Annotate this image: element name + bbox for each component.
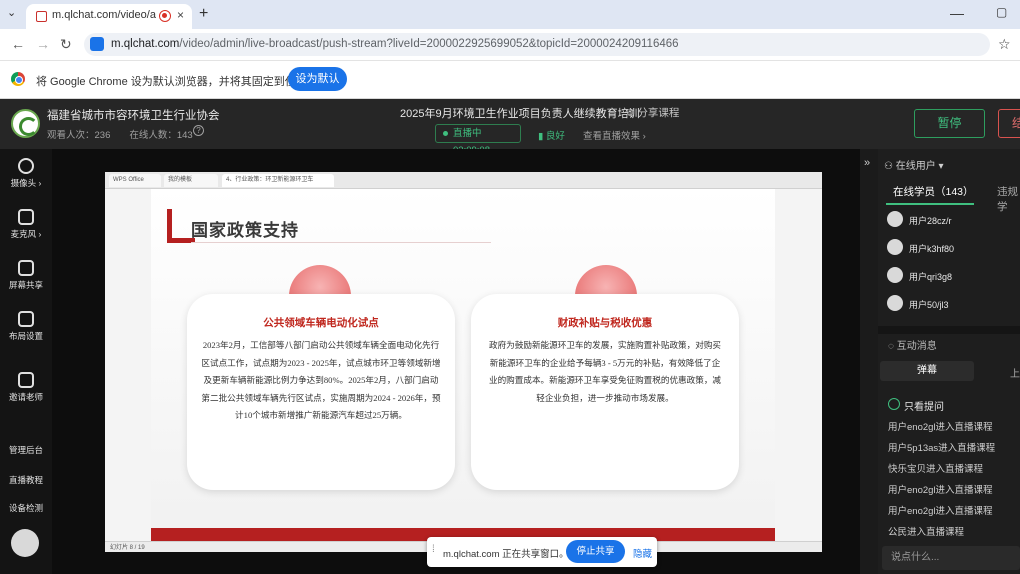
sidebar-link-admin[interactable]: 管理后台 bbox=[0, 444, 52, 456]
sidebar-item-invite-teacher[interactable]: 邀请老师 bbox=[0, 372, 52, 403]
browser-tab[interactable]: m.qlchat.com/video/adm × bbox=[26, 4, 192, 29]
list-item: 用户eno2gl进入直播课程 bbox=[888, 506, 993, 517]
live-status-badge: 直播中 03:09:08 bbox=[435, 124, 521, 156]
users-icon: ⚇ bbox=[884, 161, 896, 172]
avatar bbox=[887, 239, 903, 255]
tab-search-icon[interactable]: ⌄ bbox=[7, 6, 16, 19]
reload-icon[interactable]: ↻ bbox=[60, 36, 72, 53]
list-item: 用户eno2gl进入直播课程 bbox=[888, 485, 993, 496]
list-item: 公民进入直播课程 bbox=[888, 527, 965, 538]
forward-icon[interactable]: → bbox=[36, 36, 50, 52]
wps-tab: WPS Office bbox=[109, 174, 161, 187]
microphone-icon bbox=[18, 209, 34, 225]
bookmark-star-icon[interactable]: ☆ bbox=[998, 36, 1011, 53]
only-questions-toggle[interactable]: 只看提问 bbox=[888, 398, 944, 413]
sidebar-link-tutorial[interactable]: 直播教程 bbox=[0, 474, 52, 486]
wps-tab-active: 4、行业政策：环卫新能源环卫车 bbox=[222, 174, 334, 187]
avatar bbox=[887, 295, 903, 311]
signal-bars-icon: ▮ bbox=[538, 131, 546, 142]
panel-divider bbox=[878, 326, 1020, 334]
org-logo bbox=[11, 109, 40, 138]
sidebar-link-device-check[interactable]: 设备检测 bbox=[0, 502, 52, 514]
card-body: 政府为鼓励新能源环卫车的发展，实施购置补贴政策，对购买新能源环卫车的企业给予每辆… bbox=[488, 340, 722, 403]
policy-card-1: 公共领域车辆电动化试点 2023年2月，工信部等八部门启动公共领域车辆全面电动化… bbox=[187, 294, 455, 490]
sidebar-item-camera[interactable]: 摄像头 › bbox=[0, 158, 52, 189]
chrome-logo-icon bbox=[11, 72, 25, 86]
tab-title: m.qlchat.com/video/adm bbox=[52, 9, 156, 21]
title-underline bbox=[191, 242, 491, 243]
sidebar-item-layout[interactable]: 布局设置 bbox=[0, 311, 52, 342]
list-item[interactable]: 用户k3hf80 bbox=[886, 236, 1020, 260]
signal-quality: ▮ 良好 bbox=[538, 131, 565, 142]
share-course-link[interactable]: ⧉ 分享课程 bbox=[627, 105, 679, 120]
close-tab-icon[interactable]: × bbox=[177, 8, 184, 22]
share-icon: ⧉ bbox=[627, 107, 638, 119]
list-item: 快乐宝贝进入直播课程 bbox=[888, 464, 984, 475]
hide-share-bar-link[interactable]: 隐藏 bbox=[633, 546, 652, 560]
maximize-icon[interactable]: ▢ bbox=[996, 5, 1007, 19]
site-favicon-icon bbox=[36, 11, 47, 22]
drag-handle-icon[interactable]: ⁞ bbox=[432, 544, 435, 555]
share-notice-text: m.qlchat.com 正在共享窗口。 bbox=[443, 549, 569, 560]
list-item[interactable]: 用户28cz/r bbox=[886, 208, 1020, 232]
slide-title: 国家政策支持 bbox=[191, 221, 299, 240]
pause-button[interactable]: 暂停 bbox=[914, 109, 985, 138]
help-icon[interactable]: ? bbox=[193, 125, 204, 136]
slide-page-indicator: 幻灯片 8 / 19 bbox=[110, 545, 145, 551]
sidebar-item-screen-share[interactable]: 屏幕共享 bbox=[0, 260, 52, 291]
tab-other[interactable]: 上 bbox=[1010, 365, 1020, 380]
layout-icon bbox=[18, 311, 34, 327]
tab-online-students[interactable]: 在线学员（143） bbox=[893, 184, 974, 199]
messages-section-title: ◌ 互动消息 bbox=[888, 341, 937, 352]
avatar bbox=[887, 211, 903, 227]
set-default-button[interactable]: 设为默认 bbox=[288, 67, 347, 91]
avatar bbox=[887, 267, 903, 283]
card-title: 公共领域车辆电动化试点 bbox=[263, 317, 379, 329]
infobar-text: 将 Google Chrome 设为默认浏览器，并将其固定到任务栏 bbox=[36, 76, 318, 88]
list-item[interactable]: 用户qri3g8 bbox=[886, 264, 1020, 288]
camera-icon bbox=[18, 158, 34, 174]
collapse-panel-icon[interactable]: » bbox=[864, 157, 870, 169]
online-users-dropdown[interactable]: ⚇ 在线用户 ▾ bbox=[884, 157, 944, 172]
org-name: 福建省城市市容环境卫生行业协会 bbox=[47, 110, 220, 122]
list-item: 用户eno2gl进入直播课程 bbox=[888, 422, 993, 433]
sidebar-item-microphone[interactable]: 麦克风 › bbox=[0, 209, 52, 240]
stop-sharing-button[interactable]: 停止共享 bbox=[566, 540, 625, 563]
policy-card-2: 财政补贴与税收优惠 政府为鼓励新能源环卫车的发展，实施购置补贴政策，对购买新能源… bbox=[471, 294, 739, 490]
chat-icon: ◌ bbox=[888, 341, 897, 352]
view-effect-link[interactable]: 查看直播效果 › bbox=[583, 128, 646, 142]
site-info-icon[interactable] bbox=[90, 37, 104, 51]
list-item[interactable]: 用户50/jl3 bbox=[886, 292, 1020, 316]
list-item: 用户5p13as进入直播课程 bbox=[888, 443, 996, 454]
active-tab-indicator bbox=[886, 203, 974, 205]
tab-danmu[interactable]: 弹幕 bbox=[880, 361, 974, 381]
course-title: 2025年9月环境卫生作业项目负责人继续教育培训 bbox=[400, 108, 640, 120]
invite-teacher-icon bbox=[18, 372, 34, 388]
recording-icon bbox=[159, 10, 171, 22]
back-icon[interactable]: ← bbox=[11, 36, 25, 52]
screen-share-icon bbox=[18, 260, 34, 276]
card-body: 2023年2月，工信部等八部门启动公共领域车辆全面电动化先行区试点工作，试点期为… bbox=[201, 340, 441, 420]
end-button[interactable]: 结 bbox=[998, 109, 1020, 138]
live-stats: 观看人次：236 在线人数：143 bbox=[47, 130, 193, 141]
card-title: 财政补贴与税收优惠 bbox=[557, 317, 653, 329]
minimize-icon[interactable]: — bbox=[950, 5, 964, 21]
url-text[interactable]: m.qlchat.com/video/admin/live-broadcast/… bbox=[111, 38, 679, 50]
new-tab-button[interactable]: + bbox=[199, 5, 208, 23]
avatar[interactable] bbox=[11, 529, 39, 557]
chat-input[interactable]: 说点什么... bbox=[882, 546, 1020, 570]
wps-tab: 我的模板 bbox=[164, 174, 218, 187]
